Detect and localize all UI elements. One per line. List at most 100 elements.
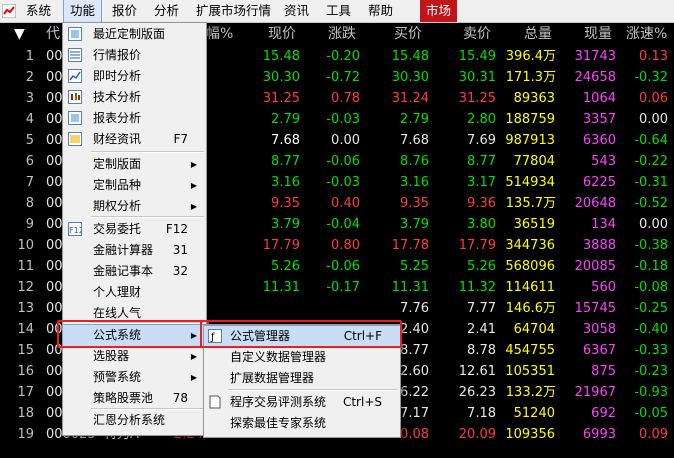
cell-speed: -0.32 <box>634 70 668 85</box>
cell-speed: 0.00 <box>639 217 668 232</box>
cell-index: 10 <box>17 238 34 253</box>
menu-quote[interactable]: 报价 <box>106 0 143 22</box>
menu-extended-market[interactable]: 扩展市场行情 <box>190 0 277 22</box>
cell-index: 19 <box>17 427 34 442</box>
cell-speed: 0.13 <box>639 49 668 64</box>
cell-change: -0.06 <box>326 154 360 169</box>
cell-speed: -0.22 <box>634 154 668 169</box>
menu-bar: 系统 功能 报价 分析 扩展市场行情 资讯 工具 帮助 市场 <box>0 0 674 23</box>
cell-index: 18 <box>17 406 34 421</box>
submenu-item-2[interactable]: 扩展数据管理器 <box>204 368 400 389</box>
cell-change: 0.00 <box>331 133 360 148</box>
cell-speed: -0.38 <box>634 238 668 253</box>
menu-item-3[interactable]: 技术分析 <box>63 87 206 108</box>
cell-volume: 36519 <box>513 217 555 232</box>
menu-item-7[interactable]: 定制品种 ▶ <box>63 175 206 196</box>
menu-system[interactable]: 系统 <box>20 0 57 22</box>
menu-news[interactable]: 资讯 <box>278 0 315 22</box>
menu-item-15[interactable]: 选股器 ▶ <box>63 346 206 367</box>
function-menu: 最近定制版面 行情报价 即时分析 技术分析 报表分析 财经资讯 F7 定制版面 ▶ 定制品种 ▶ 期权… <box>62 22 207 436</box>
cell-code: 00 <box>46 70 63 85</box>
menu-item-2[interactable]: 即时分析 <box>63 66 206 87</box>
col-header-change-pct[interactable]: 幅% <box>206 22 233 46</box>
col-header-code[interactable]: 代 <box>46 22 60 46</box>
cell-volume: 133.2 <box>505 385 543 400</box>
submenu-item-3[interactable]: 程序交易评测系统 Ctrl+S <box>204 392 400 413</box>
menu-item-label: 定制版面 <box>93 157 142 171</box>
document-icon <box>209 395 221 409</box>
cell-bid: 15.48 <box>391 49 429 64</box>
cell-index: 16 <box>17 364 34 379</box>
menu-item-0[interactable]: 最近定制版面 <box>63 24 206 45</box>
submenu-arrow-icon: ▶ <box>190 352 197 361</box>
menu-function[interactable]: 功能 <box>62 0 103 23</box>
cell-change: -0.04 <box>326 217 360 232</box>
candlestick-icon <box>68 90 82 104</box>
menu-item-5[interactable]: 财经资讯 F7 <box>63 129 206 150</box>
col-header-ask[interactable]: 卖价 <box>463 22 491 46</box>
menu-item-4[interactable]: 报表分析 <box>63 108 206 129</box>
cell-code: 00 <box>46 133 63 148</box>
menu-tools[interactable]: 工具 <box>320 0 357 22</box>
menu-item-8[interactable]: 期权分析 ▶ <box>63 196 206 217</box>
submenu-item-label: 程序交易评测系统 <box>230 395 327 409</box>
cell-speed: -0.25 <box>634 301 668 316</box>
menu-item-6[interactable]: 定制版面 ▶ <box>63 154 206 175</box>
submenu-item-4[interactable]: 探索最佳专家系统 <box>204 413 400 434</box>
col-header-current-volume[interactable]: 现量 <box>584 22 612 46</box>
menu-item-label: 金融记事本 <box>93 264 154 278</box>
cell-code: 00 <box>46 175 63 190</box>
menu-item-16[interactable]: 预警系统 ▶ <box>63 367 206 388</box>
cell-bid: 7.68 <box>400 133 429 148</box>
cell-change <box>290 298 360 319</box>
menu-item-18[interactable]: 汇恩分析系统 <box>63 410 206 431</box>
cell-change: -0.72 <box>326 70 360 85</box>
cell-bid: 8.76 <box>400 154 429 169</box>
menu-item-9[interactable]: F12 交易委托 F12 <box>63 219 206 240</box>
menu-item-label: 定制品种 <box>93 178 142 192</box>
line-chart-icon <box>68 69 82 83</box>
menu-item-label: 报表分析 <box>93 111 142 125</box>
cell-volume: 105351 <box>505 364 555 379</box>
cell-index: 12 <box>17 280 34 295</box>
menu-item-label: 交易委托 <box>93 222 142 236</box>
cell-code: 00 <box>46 49 63 64</box>
menu-item-shortcut: 78 <box>172 391 188 405</box>
menu-item-1[interactable]: 行情报价 <box>63 45 206 66</box>
cell-index: 1 <box>25 49 34 64</box>
submenu-arrow-icon: ▶ <box>190 160 197 169</box>
market-button[interactable]: 市场 <box>420 0 458 22</box>
cell-volume: 188759 <box>505 112 555 127</box>
cell-code: 00 <box>46 301 63 316</box>
cell-index: 9 <box>25 217 34 232</box>
menu-analysis[interactable]: 分析 <box>148 0 185 22</box>
cell-speed: -0.93 <box>634 385 668 400</box>
cell-code: 00 <box>46 91 63 106</box>
menu-help[interactable]: 帮助 <box>362 0 399 22</box>
cell-volume: 114611 <box>505 280 555 295</box>
col-header-change[interactable]: 涨跌 <box>328 22 356 46</box>
cell-code: 00 <box>46 364 63 379</box>
menu-item-shortcut: F12 <box>165 222 188 236</box>
col-header-speed[interactable]: 涨速% <box>626 22 667 46</box>
menu-item-shortcut: 31 <box>172 243 188 257</box>
menu-item-10[interactable]: 金融计算器 31 <box>63 240 206 261</box>
submenu-item-1[interactable]: 自定义数据管理器 <box>204 347 400 368</box>
menu-item-11[interactable]: 金融记事本 32 <box>63 261 206 282</box>
submenu-item-label: 自定义数据管理器 <box>230 350 327 364</box>
col-header-price[interactable]: 现价 <box>268 22 296 46</box>
col-header-volume[interactable]: 总量 <box>524 22 552 46</box>
news-icon <box>68 132 82 146</box>
svg-text:F12: F12 <box>69 226 82 235</box>
cell-volume: 146.6 <box>505 301 543 316</box>
cell-speed: 0.06 <box>639 91 668 106</box>
menu-item-label: 期权分析 <box>93 199 142 213</box>
cell-index: 15 <box>17 343 34 358</box>
menu-item-17[interactable]: 策略股票池 78 <box>63 388 206 409</box>
menu-item-label: 汇恩分析系统 <box>93 413 166 427</box>
sort-indicator-icon[interactable]: ▼ <box>14 22 25 46</box>
cell-index: 17 <box>17 385 34 400</box>
cell-index: 3 <box>25 91 34 106</box>
menu-item-12[interactable]: 个人理财 <box>63 282 206 303</box>
col-header-bid[interactable]: 买价 <box>394 22 422 46</box>
